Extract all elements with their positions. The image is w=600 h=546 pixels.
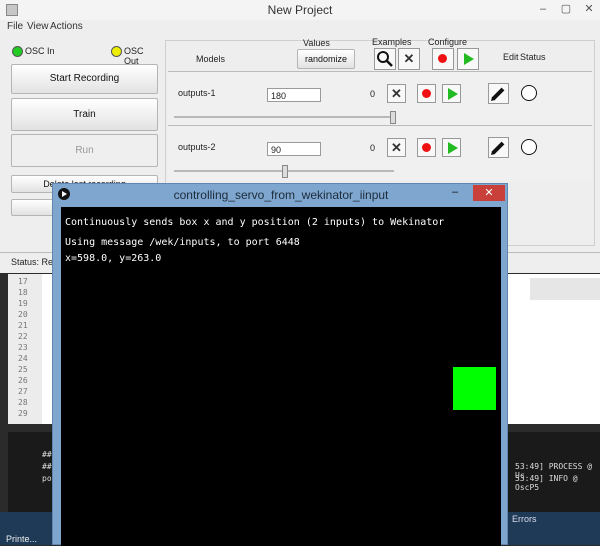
model-row: outputs-1 180 0 ✕ xyxy=(168,71,592,125)
osc-out-indicator-icon xyxy=(111,46,122,57)
line-number: 28 xyxy=(18,398,28,407)
line-number: 26 xyxy=(18,376,28,385)
sketch-title: controlling_servo_from_wekinator_iinput xyxy=(173,188,389,202)
run-button[interactable]: Run xyxy=(11,134,158,167)
console-line: po xyxy=(42,474,52,483)
line-number: 27 xyxy=(18,387,28,396)
record-all-icon[interactable] xyxy=(432,48,454,70)
value-slider-knob[interactable] xyxy=(282,165,288,178)
model-name: outputs-2 xyxy=(178,142,216,152)
console-line: ## xyxy=(42,450,52,459)
examples-header: Examples xyxy=(372,37,412,47)
message-line: Using message /wek/inputs, to port 6448 xyxy=(65,237,300,248)
output-value-field[interactable]: 180 xyxy=(267,88,321,102)
edit-pencil-icon[interactable] xyxy=(488,137,509,158)
models-header: Models xyxy=(196,54,226,64)
status-header: Status xyxy=(520,52,546,62)
value-slider-track xyxy=(174,116,394,118)
line-number: 25 xyxy=(18,365,28,374)
values-header: Values xyxy=(303,38,330,48)
osc-in-indicator-icon xyxy=(12,46,23,57)
menu-view[interactable]: View xyxy=(27,21,49,32)
status-text: Status: Rea xyxy=(11,257,59,267)
console-line: 53:49] INFO @ OscP5 xyxy=(515,474,578,492)
example-count: 0 xyxy=(370,143,376,153)
line-number: 23 xyxy=(18,343,28,352)
line-number: 20 xyxy=(18,310,28,319)
line-number: 17 xyxy=(18,277,28,286)
play-all-icon[interactable] xyxy=(457,48,479,70)
draggable-box[interactable] xyxy=(453,367,496,410)
output-value-field[interactable]: 90 xyxy=(267,142,321,156)
line-number: 29 xyxy=(18,409,28,418)
delete-examples-icon[interactable]: ✕ xyxy=(387,84,406,103)
close-button[interactable]: ✕ xyxy=(578,2,600,16)
play-icon[interactable] xyxy=(442,84,461,103)
osc-in-label: OSC In xyxy=(25,46,55,56)
menu-file[interactable]: File xyxy=(7,21,23,32)
editor-side-panel xyxy=(530,278,600,300)
randomize-button[interactable]: randomize xyxy=(297,49,355,69)
sketch-minimize-button[interactable]: – xyxy=(445,186,465,198)
value-slider-knob[interactable] xyxy=(390,111,396,124)
model-name: outputs-1 xyxy=(178,88,216,98)
sketch-titlebar: controlling_servo_from_wekinator_iinput … xyxy=(53,184,509,206)
play-icon[interactable] xyxy=(442,138,461,157)
window-titlebar: New Project – ▢ ✕ xyxy=(0,0,600,20)
configure-header: Configure xyxy=(428,37,468,47)
sketch-canvas[interactable]: Continuously sends box x and y position … xyxy=(61,207,501,546)
start-recording-button[interactable]: Start Recording xyxy=(11,64,158,94)
line-number: 19 xyxy=(18,299,28,308)
osc-out-label: OSC Out xyxy=(124,46,144,66)
edit-header: Edit xyxy=(503,52,519,62)
search-icon[interactable] xyxy=(374,48,396,70)
status-circle-icon xyxy=(521,139,537,155)
line-number: 22 xyxy=(18,332,28,341)
menu-actions[interactable]: Actions xyxy=(50,21,83,32)
status-circle-icon xyxy=(521,85,537,101)
line-number: 21 xyxy=(18,321,28,330)
menu-bar: File View Actions xyxy=(0,20,600,34)
example-count: 0 xyxy=(370,89,376,99)
console-line: ## xyxy=(42,462,52,471)
line-number-gutter: 17 18 19 20 21 22 23 24 25 26 27 28 29 xyxy=(8,274,42,424)
line-number: 18 xyxy=(18,288,28,297)
position-readout: x=598.0, y=263.0 xyxy=(65,253,162,264)
sketch-close-button[interactable]: ✕ xyxy=(473,185,505,201)
sketch-window: controlling_servo_from_wekinator_iinput … xyxy=(52,183,509,546)
errors-tab[interactable]: Errors xyxy=(512,514,537,524)
train-button[interactable]: Train xyxy=(11,98,158,131)
description-line: Continuously sends box x and y position … xyxy=(65,217,445,228)
window-title: New Project xyxy=(267,3,333,17)
delete-examples-icon[interactable]: ✕ xyxy=(387,138,406,157)
edit-pencil-icon[interactable] xyxy=(488,83,509,104)
model-row: outputs-2 90 0 ✕ xyxy=(168,125,592,179)
minimize-button[interactable]: – xyxy=(532,2,554,16)
line-number: 24 xyxy=(18,354,28,363)
record-icon[interactable] xyxy=(417,84,436,103)
delete-all-examples-icon[interactable]: ✕ xyxy=(398,48,420,70)
record-icon[interactable] xyxy=(417,138,436,157)
taskbar-item[interactable]: Printe... xyxy=(6,534,37,544)
maximize-button[interactable]: ▢ xyxy=(555,2,577,16)
